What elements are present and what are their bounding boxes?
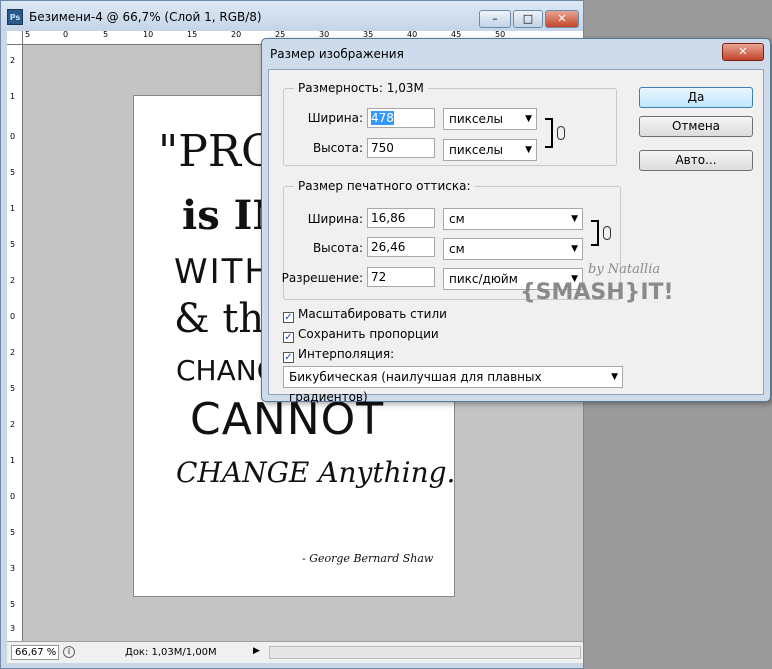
pixel-width-label: Ширина: <box>307 111 363 125</box>
resample-checkbox[interactable]: ✓ Интерполяция: <box>283 347 394 363</box>
resolution-label: Разрешение: <box>281 271 363 285</box>
dropdown-arrow-icon: ▼ <box>571 244 578 254</box>
ruler-tick: 2 <box>10 348 16 357</box>
pixel-link-bracket <box>545 118 553 148</box>
dialog-close-button[interactable]: ✕ <box>722 43 764 61</box>
auto-button[interactable]: Авто... <box>639 150 753 171</box>
dialog-body: Размерность: 1,03M Ширина: 478 пикселы ▼… <box>268 69 764 404</box>
ruler-tick: 5 <box>10 384 16 393</box>
doc-height-input[interactable]: 26,46 <box>367 237 435 257</box>
document-size-legend: Размер печатного оттиска: <box>294 179 475 193</box>
ruler-tick: 15 <box>187 31 198 39</box>
ruler-tick: 5 <box>10 600 16 609</box>
checkbox-check-icon: ✓ <box>283 332 294 343</box>
ruler-tick: 2 <box>10 420 16 429</box>
ruler-tick: 3 <box>10 624 16 633</box>
ruler-tick: 20 <box>231 31 242 39</box>
dropdown-arrow-icon: ▼ <box>611 372 618 382</box>
ruler-tick: 5 <box>25 31 31 39</box>
resolution-input[interactable]: 72 <box>367 267 435 287</box>
ruler-tick: 3 <box>10 564 16 573</box>
vertical-ruler[interactable]: 2 1 0 5 1 5 2 0 2 5 2 1 0 5 3 5 3 <box>7 45 23 641</box>
ruler-tick: 5 <box>10 240 16 249</box>
pixel-height-unit-select[interactable]: пикселы ▼ <box>443 139 537 161</box>
image-size-dialog: Размер изображения ✕ Размерность: 1,03M … <box>261 38 771 404</box>
doc-width-input[interactable]: 16,86 <box>367 208 435 228</box>
ruler-tick: 10 <box>143 31 154 39</box>
zoom-field[interactable]: 66,67 % <box>11 645 59 660</box>
cancel-button[interactable]: Отмена <box>639 116 753 137</box>
ruler-tick: 0 <box>10 132 16 141</box>
doc-width-label: Ширина: <box>307 212 363 226</box>
ok-button[interactable]: Да <box>639 87 753 108</box>
poster-line: "PRO <box>158 126 278 177</box>
checkbox-check-icon: ✓ <box>283 352 294 363</box>
chain-link-icon <box>603 226 611 240</box>
dropdown-arrow-icon: ▼ <box>571 214 578 224</box>
dialog-title: Размер изображения <box>270 47 404 61</box>
doc-width-unit-select[interactable]: см ▼ <box>443 208 583 230</box>
pixel-dimensions-value: 1,03M <box>386 81 424 95</box>
maximize-button[interactable]: □ <box>513 10 543 28</box>
watermark-byline: by Natallia <box>588 262 661 277</box>
doc-height-unit-select[interactable]: см ▼ <box>443 238 583 260</box>
document-title-bar[interactable]: Ps Безимени-4 @ 66,7% (Слой 1, RGB/8) – … <box>1 1 583 31</box>
pixel-dimensions-label: Размерность: <box>298 81 383 95</box>
pixel-dimensions-legend: Размерность: 1,03M <box>294 81 428 95</box>
poster-line: WITH <box>174 252 272 292</box>
close-button[interactable]: ✕ <box>545 10 579 28</box>
interpolation-select[interactable]: Бикубическая (наилучшая для плавных град… <box>283 366 623 404</box>
dropdown-arrow-icon: ▼ <box>525 145 532 155</box>
chain-link-icon <box>557 126 565 140</box>
dropdown-arrow-icon: ▼ <box>525 114 532 124</box>
ruler-tick: 1 <box>10 204 16 213</box>
status-bar: 66,67 % i Док: 1,03M/1,00M ▶ <box>7 641 583 663</box>
checkbox-check-icon: ✓ <box>283 312 294 323</box>
ruler-tick: 0 <box>63 31 69 39</box>
ruler-tick: 2 <box>10 56 16 65</box>
pixel-height-label: Высота: <box>312 141 363 155</box>
ruler-tick: 5 <box>10 168 16 177</box>
status-menu-arrow-icon[interactable]: ▶ <box>253 646 260 656</box>
horizontal-scrollbar[interactable] <box>269 646 581 659</box>
constrain-proportions-checkbox[interactable]: ✓ Сохранить пропорции <box>283 327 439 343</box>
document-size-info: Док: 1,03M/1,00M <box>125 647 217 658</box>
dialog-title-bar[interactable]: Размер изображения ✕ <box>262 39 770 69</box>
ruler-tick: 2 <box>10 276 16 285</box>
watermark-brand: {SMASH}IT! <box>520 280 674 305</box>
ruler-tick: 0 <box>10 312 16 321</box>
ruler-corner[interactable] <box>7 31 23 45</box>
ruler-tick: 5 <box>10 528 16 537</box>
info-icon[interactable]: i <box>63 646 75 658</box>
poster-line: - George Bernard Shaw <box>302 552 434 565</box>
document-title: Безимени-4 @ 66,7% (Слой 1, RGB/8) <box>29 10 262 24</box>
poster-line: CHANGE Anything." <box>176 456 455 489</box>
doc-link-bracket <box>591 220 599 246</box>
scale-styles-checkbox[interactable]: ✓ Масштабировать стили <box>283 307 447 323</box>
minimize-button[interactable]: – <box>479 10 511 28</box>
pixel-width-unit-select[interactable]: пикселы ▼ <box>443 108 537 130</box>
photoshop-icon: Ps <box>7 9 23 25</box>
pixel-height-input[interactable]: 750 <box>367 138 435 158</box>
ruler-tick: 1 <box>10 456 16 465</box>
pixel-width-input[interactable]: 478 <box>367 108 435 128</box>
doc-height-label: Высота: <box>312 241 363 255</box>
ruler-tick: 0 <box>10 492 16 501</box>
ruler-tick: 5 <box>103 31 109 39</box>
ruler-tick: 1 <box>10 92 16 101</box>
